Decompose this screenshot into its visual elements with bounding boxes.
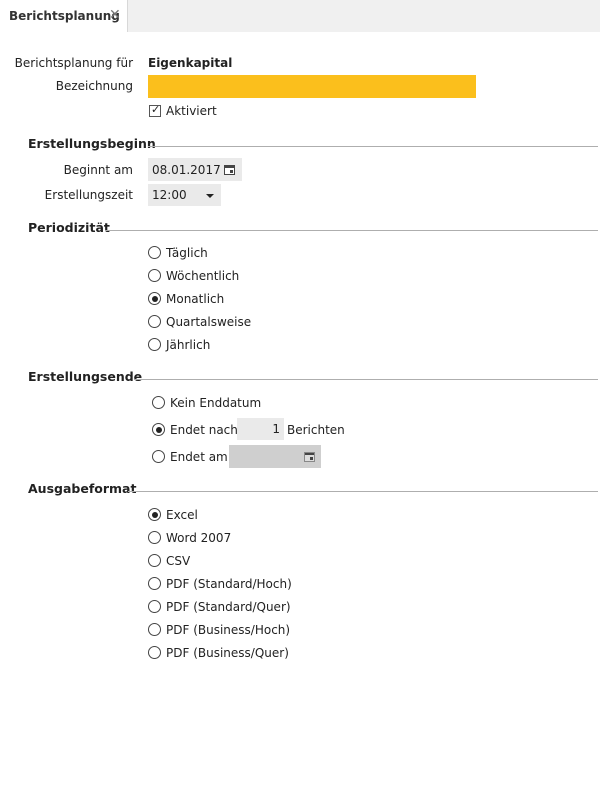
active-label: Aktiviert <box>166 104 217 118</box>
section-title-start: Erstellungsbeginn <box>28 136 156 151</box>
period-option-label: Wöchentlich <box>166 269 240 283</box>
name-field[interactable] <box>148 75 476 98</box>
radio-button[interactable] <box>148 554 161 567</box>
period-option-label: Quartalsweise <box>166 315 252 329</box>
radio-button-selected[interactable] <box>148 508 161 521</box>
output-option-label: CSV <box>166 554 191 568</box>
section-title-end: Erstellungsende <box>28 369 143 384</box>
section-divider <box>148 146 598 147</box>
output-option-label: PDF (Standard/Quer) <box>166 600 291 614</box>
radio-button-selected[interactable] <box>148 292 161 305</box>
close-icon[interactable]: ✕ <box>109 7 121 23</box>
report-count-value: 1 <box>272 422 280 436</box>
end-option-on-label: Endet am <box>170 450 228 464</box>
period-option-label: Monatlich <box>166 292 225 306</box>
planning-for-value: Eigenkapital <box>148 56 233 70</box>
radio-button[interactable] <box>148 623 161 636</box>
radio-button-selected[interactable] <box>152 423 165 436</box>
radio-button[interactable] <box>148 531 161 544</box>
radio-button[interactable] <box>148 577 161 590</box>
active-checkbox[interactable]: ✓ <box>149 103 161 117</box>
checkmark-icon: ✓ <box>151 103 161 116</box>
radio-button[interactable] <box>152 450 165 463</box>
section-divider <box>128 491 598 492</box>
period-option-label: Jährlich <box>166 338 211 352</box>
name-label: Bezeichnung <box>55 79 133 93</box>
output-option-label: Word 2007 <box>166 531 232 545</box>
creation-time-select[interactable]: 12:00 <box>148 184 221 206</box>
calendar-icon[interactable] <box>304 452 315 462</box>
end-option-none-label: Kein Enddatum <box>170 396 262 410</box>
creation-time-value: 12:00 <box>152 188 187 202</box>
tab-label: Berichtsplanung <box>9 9 120 23</box>
end-date-field[interactable] <box>229 445 321 468</box>
tab-bar: Berichtsplanung ✕ <box>0 0 600 32</box>
planning-for-label: Berichtsplanung für <box>14 56 133 70</box>
section-divider <box>105 230 598 231</box>
section-title-period: Periodizität <box>28 220 110 235</box>
tab-berichtsplanung[interactable]: Berichtsplanung ✕ <box>0 0 128 32</box>
begin-date-value: 08.01.2017 <box>152 163 221 177</box>
creation-time-label: Erstellungszeit <box>44 188 133 202</box>
radio-button[interactable] <box>148 315 161 328</box>
radio-button[interactable] <box>148 269 161 282</box>
output-option-label: Excel <box>166 508 198 522</box>
output-option-label: PDF (Standard/Hoch) <box>166 577 292 591</box>
output-option-label: PDF (Business/Hoch) <box>166 623 291 637</box>
output-option-label: PDF (Business/Quer) <box>166 646 289 660</box>
radio-button[interactable] <box>148 246 161 259</box>
section-divider <box>134 379 598 380</box>
radio-button[interactable] <box>148 646 161 659</box>
begin-date-field[interactable]: 08.01.2017 <box>148 158 242 181</box>
end-option-after-label: Endet nach <box>170 423 238 437</box>
section-title-output: Ausgabeformat <box>28 481 137 496</box>
radio-button[interactable] <box>148 600 161 613</box>
chevron-down-icon <box>206 194 214 198</box>
report-count-field[interactable]: 1 <box>237 418 284 440</box>
period-option-label: Täglich <box>166 246 208 260</box>
radio-button[interactable] <box>152 396 165 409</box>
report-count-unit: Berichten <box>287 423 345 437</box>
begin-date-label: Beginnt am <box>63 163 133 177</box>
calendar-icon[interactable] <box>224 165 235 175</box>
radio-button[interactable] <box>148 338 161 351</box>
